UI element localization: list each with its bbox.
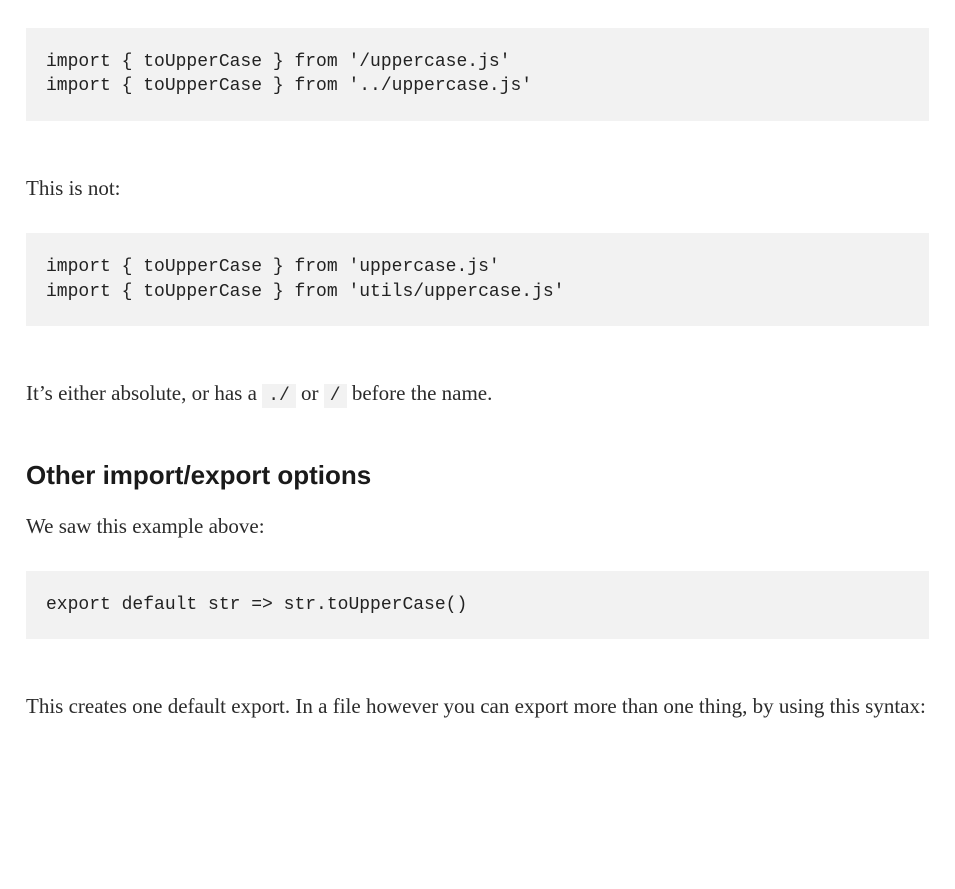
inline-code-slash: /	[324, 384, 347, 408]
text-span: or	[296, 381, 324, 405]
text-span: before the name.	[347, 381, 493, 405]
paragraph-this-is-not: This is not:	[26, 171, 929, 206]
code-block-invalid-imports: import { toUpperCase } from 'uppercase.j…	[26, 233, 929, 326]
code-block-valid-imports: import { toUpperCase } from '/uppercase.…	[26, 28, 929, 121]
paragraph-path-explanation: It’s either absolute, or has a ./ or / b…	[26, 376, 929, 412]
text-span: It’s either absolute, or has a	[26, 381, 262, 405]
inline-code-dot-slash: ./	[262, 384, 296, 408]
paragraph-example-above: We saw this example above:	[26, 509, 929, 544]
article-content: import { toUpperCase } from '/uppercase.…	[0, 28, 955, 788]
heading-other-options: Other import/export options	[26, 460, 929, 491]
code-block-export-default: export default str => str.toUpperCase()	[26, 571, 929, 639]
paragraph-default-export-explain: This creates one default export. In a fi…	[26, 689, 929, 724]
